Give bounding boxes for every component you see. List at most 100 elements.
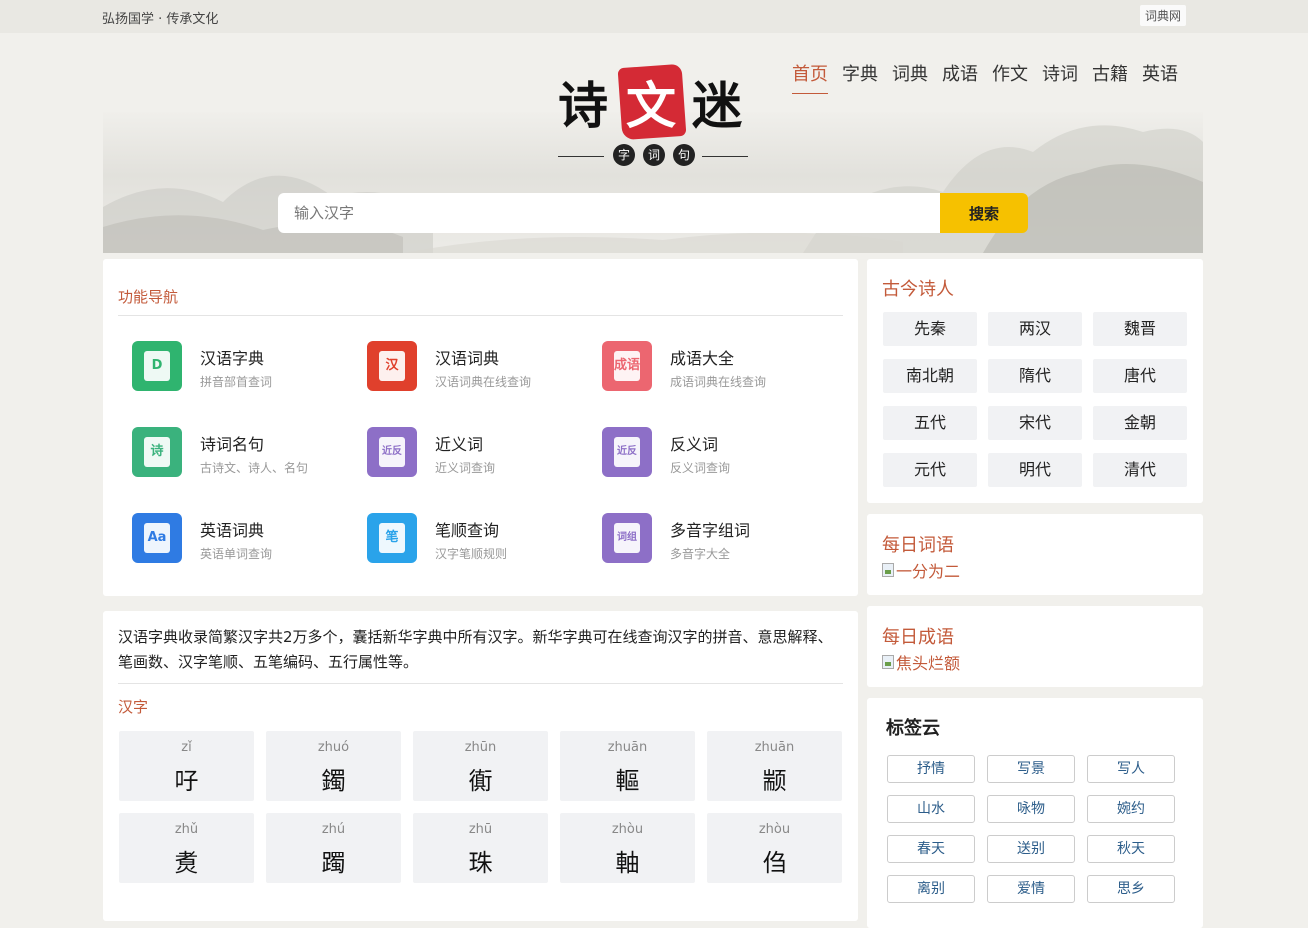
- hanzi-card[interactable]: zǐ 吇: [119, 731, 254, 801]
- tag-link[interactable]: 写人: [1087, 755, 1175, 783]
- func-nav-item[interactable]: 成语 成语大全 成语词典在线查询: [602, 341, 832, 393]
- tag-link[interactable]: 咏物: [987, 795, 1075, 823]
- search-input[interactable]: [278, 193, 940, 233]
- hanzi-card[interactable]: zhū 珠: [413, 813, 548, 883]
- hanzi-card[interactable]: zhòu 軸: [560, 813, 695, 883]
- hanzi-card[interactable]: zhuān 䡱: [560, 731, 695, 801]
- icon-glyph: 汉: [379, 351, 405, 381]
- tag-link[interactable]: 写景: [987, 755, 1075, 783]
- antonym-icon: 近反: [602, 427, 652, 477]
- func-nav-item[interactable]: 诗 诗词名句 古诗文、诗人、名句: [132, 427, 362, 479]
- daily-idiom-image-link[interactable]: 焦头烂额: [882, 650, 960, 674]
- hanzi-pinyin: zhǔ: [174, 822, 199, 837]
- tag-link[interactable]: 春天: [887, 835, 975, 863]
- hanzi-card[interactable]: zhú 躅: [266, 813, 401, 883]
- func-nav-name: 汉语字典: [200, 349, 265, 368]
- cidian-site-link[interactable]: 词典网: [1140, 5, 1187, 26]
- func-nav-name: 笔顺查询: [435, 521, 500, 540]
- tag-link[interactable]: 爱情: [987, 875, 1075, 903]
- era-button[interactable]: 清代: [1093, 453, 1187, 487]
- func-nav-name: 英语词典: [200, 521, 265, 540]
- nav-zuowen[interactable]: 作文: [992, 60, 1028, 94]
- func-nav-name: 汉语词典: [435, 349, 500, 368]
- era-button[interactable]: 魏晋: [1093, 312, 1187, 346]
- logo-char: 诗: [558, 76, 608, 135]
- dictionary-d-icon: D: [132, 341, 182, 391]
- daily-word-alt: 一分为二: [896, 562, 961, 581]
- hanzi-pinyin: zhú: [321, 822, 346, 837]
- func-nav-item[interactable]: 汉 汉语词典 汉语词典在线查询: [367, 341, 597, 393]
- logo-char: 迷: [692, 76, 742, 135]
- tag-link[interactable]: 婉约: [1087, 795, 1175, 823]
- nav-home[interactable]: 首页: [792, 60, 828, 94]
- hanzi-pinyin: zhuó: [317, 740, 350, 755]
- hanzi-character: 軸: [615, 849, 640, 877]
- func-nav-item[interactable]: Aa 英语词典 英语单词查询: [132, 513, 362, 565]
- func-nav-item[interactable]: 笔 笔顺查询 汉字笔顺规则: [367, 513, 597, 565]
- broken-image-icon: [882, 655, 894, 669]
- nav-guji[interactable]: 古籍: [1092, 60, 1128, 94]
- daily-word-image-link[interactable]: 一分为二: [882, 558, 960, 582]
- icon-glyph: 笔: [379, 523, 405, 553]
- search-button[interactable]: 搜索: [940, 193, 1028, 233]
- logo-rule: [702, 156, 748, 157]
- daily-word-title: 每日词语: [882, 535, 954, 556]
- func-nav-item[interactable]: 词组 多音字组词 多音字大全: [602, 513, 832, 565]
- tag-link[interactable]: 离别: [887, 875, 975, 903]
- func-nav-desc: 多音字大全: [670, 547, 731, 561]
- hanzi-section-title: 汉字: [118, 698, 149, 716]
- divider: [118, 315, 843, 316]
- nav-shici[interactable]: 诗词: [1042, 60, 1078, 94]
- era-button[interactable]: 先秦: [883, 312, 977, 346]
- hanzi-pinyin: zhuān: [607, 740, 648, 755]
- tag-link[interactable]: 送别: [987, 835, 1075, 863]
- tag-link[interactable]: 思乡: [1087, 875, 1175, 903]
- icon-glyph: 近反: [614, 437, 640, 467]
- hanzi-card[interactable]: zhuān 颛: [707, 731, 842, 801]
- era-button[interactable]: 元代: [883, 453, 977, 487]
- daily-idiom-alt: 焦头烂额: [896, 654, 961, 673]
- era-button[interactable]: 南北朝: [883, 359, 977, 393]
- nav-zidian[interactable]: 字典: [842, 60, 878, 94]
- era-button[interactable]: 明代: [988, 453, 1082, 487]
- nav-chengyu[interactable]: 成语: [942, 60, 978, 94]
- hanzi-character: 㑇: [762, 849, 787, 877]
- era-button[interactable]: 隋代: [988, 359, 1082, 393]
- english-aa-icon: Aa: [132, 513, 182, 563]
- tag-link[interactable]: 抒情: [887, 755, 975, 783]
- func-nav-item[interactable]: D 汉语字典 拼音部首查词: [132, 341, 362, 393]
- hanzi-card[interactable]: zhòu 㑇: [707, 813, 842, 883]
- hanzi-card[interactable]: zhuó 鐲: [266, 731, 401, 801]
- tag-cloud-title: 标签云: [886, 718, 940, 739]
- func-nav-item[interactable]: 近反 反义词 反义词查询: [602, 427, 832, 479]
- site-logo[interactable]: 诗 文 迷 字 词 句: [556, 63, 752, 168]
- hanzi-pinyin: zhuān: [754, 740, 795, 755]
- tag-link[interactable]: 山水: [887, 795, 975, 823]
- icon-glyph: Aa: [144, 523, 170, 553]
- tag-link[interactable]: 秋天: [1087, 835, 1175, 863]
- hanzi-pinyin: zhòu: [758, 822, 791, 837]
- hanzi-card[interactable]: zhǔ 煑: [119, 813, 254, 883]
- era-button[interactable]: 两汉: [988, 312, 1082, 346]
- era-button[interactable]: 宋代: [988, 406, 1082, 440]
- func-nav-name: 诗词名句: [200, 435, 265, 454]
- func-nav-desc: 反义词查询: [670, 461, 731, 475]
- idiom-book-icon: 成语: [602, 341, 652, 391]
- hanzi-pinyin: zhūn: [464, 740, 497, 755]
- poets-panel: 古今诗人 先秦 两汉 魏晋 南北朝 隋代 唐代 五代 宋代 金朝 元代 明代 清代: [867, 259, 1203, 503]
- broken-image-icon: [882, 563, 894, 577]
- hanzi-character: 吇: [174, 767, 199, 795]
- hanzi-card[interactable]: zhūn 衠: [413, 731, 548, 801]
- han-book-icon: 汉: [367, 341, 417, 391]
- era-button[interactable]: 唐代: [1093, 359, 1187, 393]
- daily-idiom-title: 每日成语: [882, 627, 954, 648]
- brush-stroke-icon: 笔: [367, 513, 417, 563]
- era-button[interactable]: 金朝: [1093, 406, 1187, 440]
- era-button[interactable]: 五代: [883, 406, 977, 440]
- top-bar: 弘扬国学 · 传承文化 词典网: [0, 0, 1308, 33]
- daily-idiom-panel: 每日成语 焦头烂额: [867, 606, 1203, 687]
- nav-cidian[interactable]: 词典: [892, 60, 928, 94]
- nav-english[interactable]: 英语: [1142, 60, 1178, 94]
- func-nav-item[interactable]: 近反 近义词 近义词查询: [367, 427, 597, 479]
- logo-sub-char: 字: [613, 144, 635, 166]
